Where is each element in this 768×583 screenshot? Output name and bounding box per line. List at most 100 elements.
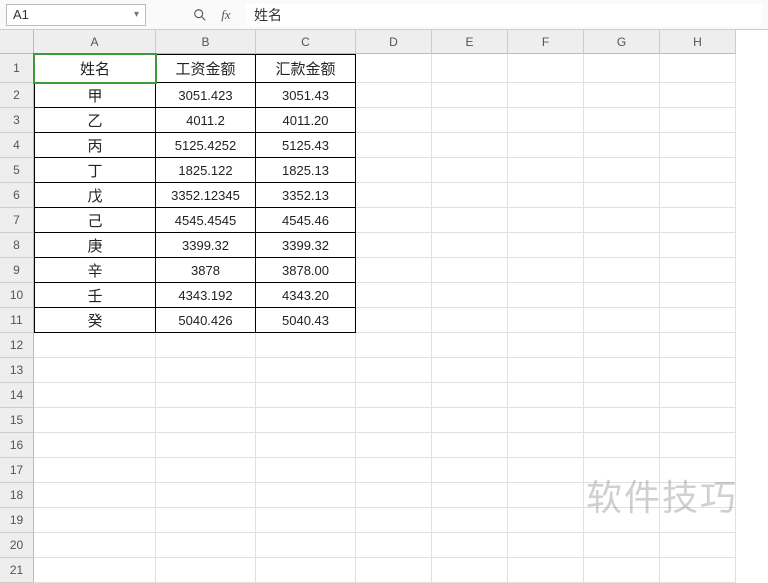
cell-F13[interactable]	[508, 358, 584, 383]
cell-A6[interactable]: 戊	[34, 183, 156, 208]
cell-A8[interactable]: 庚	[34, 233, 156, 258]
cell-B1[interactable]: 工资金额	[156, 54, 256, 83]
cell-D5[interactable]	[356, 158, 432, 183]
cell-F2[interactable]	[508, 83, 584, 108]
row-header-5[interactable]: 5	[0, 158, 34, 183]
cell-H18[interactable]	[660, 483, 736, 508]
cell-F4[interactable]	[508, 133, 584, 158]
cell-E18[interactable]	[432, 483, 508, 508]
cell-F1[interactable]	[508, 54, 584, 83]
cell-B7[interactable]: 4545.4545	[156, 208, 256, 233]
cell-D1[interactable]	[356, 54, 432, 83]
cell-C16[interactable]	[256, 433, 356, 458]
cell-G4[interactable]	[584, 133, 660, 158]
cell-C8[interactable]: 3399.32	[256, 233, 356, 258]
row-header-17[interactable]: 17	[0, 458, 34, 483]
cell-D14[interactable]	[356, 383, 432, 408]
cell-G1[interactable]	[584, 54, 660, 83]
cell-F11[interactable]	[508, 308, 584, 333]
column-header-C[interactable]: C	[256, 30, 356, 54]
select-all-corner[interactable]	[0, 30, 34, 54]
cell-E16[interactable]	[432, 433, 508, 458]
cell-D4[interactable]	[356, 133, 432, 158]
cell-E3[interactable]	[432, 108, 508, 133]
cell-F8[interactable]	[508, 233, 584, 258]
cell-B19[interactable]	[156, 508, 256, 533]
cell-H9[interactable]	[660, 258, 736, 283]
row-header-15[interactable]: 15	[0, 408, 34, 433]
cell-G14[interactable]	[584, 383, 660, 408]
row-header-10[interactable]: 10	[0, 283, 34, 308]
cell-F19[interactable]	[508, 508, 584, 533]
cell-E7[interactable]	[432, 208, 508, 233]
cell-A13[interactable]	[34, 358, 156, 383]
cell-G3[interactable]	[584, 108, 660, 133]
row-header-11[interactable]: 11	[0, 308, 34, 333]
cell-E1[interactable]	[432, 54, 508, 83]
row-header-4[interactable]: 4	[0, 133, 34, 158]
cell-E9[interactable]	[432, 258, 508, 283]
cell-B14[interactable]	[156, 383, 256, 408]
cell-G8[interactable]	[584, 233, 660, 258]
cell-F16[interactable]	[508, 433, 584, 458]
cell-H21[interactable]	[660, 558, 736, 583]
cell-E10[interactable]	[432, 283, 508, 308]
column-header-H[interactable]: H	[660, 30, 736, 54]
cell-H6[interactable]	[660, 183, 736, 208]
cell-H3[interactable]	[660, 108, 736, 133]
column-header-G[interactable]: G	[584, 30, 660, 54]
cell-G18[interactable]	[584, 483, 660, 508]
cell-H12[interactable]	[660, 333, 736, 358]
cell-D18[interactable]	[356, 483, 432, 508]
cell-D20[interactable]	[356, 533, 432, 558]
formula-input[interactable]: 姓名	[246, 4, 762, 26]
cell-H17[interactable]	[660, 458, 736, 483]
cell-F5[interactable]	[508, 158, 584, 183]
cell-F20[interactable]	[508, 533, 584, 558]
row-header-3[interactable]: 3	[0, 108, 34, 133]
cell-E15[interactable]	[432, 408, 508, 433]
zoom-icon[interactable]	[192, 7, 208, 23]
cell-C20[interactable]	[256, 533, 356, 558]
cell-G21[interactable]	[584, 558, 660, 583]
cell-B8[interactable]: 3399.32	[156, 233, 256, 258]
cell-A11[interactable]: 癸	[34, 308, 156, 333]
cell-E17[interactable]	[432, 458, 508, 483]
cell-H2[interactable]	[660, 83, 736, 108]
cell-A2[interactable]: 甲	[34, 83, 156, 108]
cell-A10[interactable]: 壬	[34, 283, 156, 308]
cell-D10[interactable]	[356, 283, 432, 308]
row-header-1[interactable]: 1	[0, 54, 34, 83]
row-header-18[interactable]: 18	[0, 483, 34, 508]
cell-F10[interactable]	[508, 283, 584, 308]
column-header-F[interactable]: F	[508, 30, 584, 54]
cell-B6[interactable]: 3352.12345	[156, 183, 256, 208]
cell-F9[interactable]	[508, 258, 584, 283]
cell-A21[interactable]	[34, 558, 156, 583]
cell-C21[interactable]	[256, 558, 356, 583]
cell-G15[interactable]	[584, 408, 660, 433]
cell-D16[interactable]	[356, 433, 432, 458]
cell-A7[interactable]: 己	[34, 208, 156, 233]
cell-H7[interactable]	[660, 208, 736, 233]
row-header-19[interactable]: 19	[0, 508, 34, 533]
cell-G13[interactable]	[584, 358, 660, 383]
cell-G2[interactable]	[584, 83, 660, 108]
cell-E5[interactable]	[432, 158, 508, 183]
column-header-E[interactable]: E	[432, 30, 508, 54]
cell-C13[interactable]	[256, 358, 356, 383]
cell-F18[interactable]	[508, 483, 584, 508]
cell-E14[interactable]	[432, 383, 508, 408]
cell-F12[interactable]	[508, 333, 584, 358]
cell-C11[interactable]: 5040.43	[256, 308, 356, 333]
cell-A4[interactable]: 丙	[34, 133, 156, 158]
cell-H11[interactable]	[660, 308, 736, 333]
fx-icon[interactable]: fx	[218, 7, 234, 23]
cell-D9[interactable]	[356, 258, 432, 283]
row-header-12[interactable]: 12	[0, 333, 34, 358]
cell-G17[interactable]	[584, 458, 660, 483]
cell-H19[interactable]	[660, 508, 736, 533]
cell-C17[interactable]	[256, 458, 356, 483]
cell-A12[interactable]	[34, 333, 156, 358]
cell-D7[interactable]	[356, 208, 432, 233]
